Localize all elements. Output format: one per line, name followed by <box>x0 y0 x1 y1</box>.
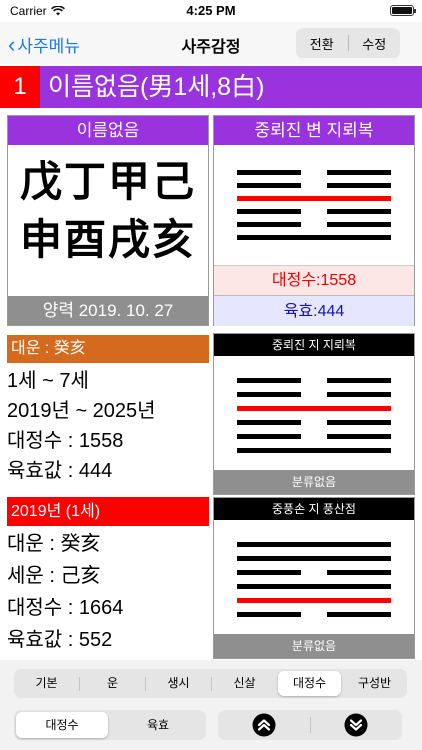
tab-divider <box>79 676 80 691</box>
hexagram-line-1-right <box>327 378 391 383</box>
daewoon-year-range: 2019년 ~ 2025년 <box>7 400 156 422</box>
year-sewoon: 세운 : 己亥 <box>7 565 101 587</box>
hexagram-line-2-right <box>327 392 391 397</box>
hexagram-line-4-right <box>327 209 391 214</box>
daewoon-info: 1세 ~ 7세 2019년 ~ 2025년 대정수 : 1558 육효값 : 4… <box>7 366 212 486</box>
tab-gusungban[interactable]: 구성반 <box>343 671 406 696</box>
back-button[interactable]: ‹ 사주메뉴 <box>8 32 80 57</box>
hexagram-line-1 <box>237 542 391 547</box>
hexagram-line-1-left <box>237 170 301 175</box>
tab-divider <box>145 676 146 691</box>
saju-box-title: 이름없음 <box>8 116 208 145</box>
year-info: 대운 : 癸亥 세운 : 己亥 대정수 : 1664 육효값 : 552 <box>7 528 212 656</box>
previous-button[interactable] <box>218 713 310 737</box>
hexagram-line-4-right <box>327 420 391 425</box>
back-button-label: 사주메뉴 <box>17 37 80 56</box>
hexagram-line-5-left <box>237 222 301 227</box>
hexagram-2-diagram <box>237 378 391 453</box>
nav-segmented-control: 전환 수정 <box>296 28 400 58</box>
hexagram-line-5 <box>237 598 391 603</box>
hexagram-2-category: 분류없음 <box>214 470 414 494</box>
daewoon-daejeong-value: 대정수 : 1558 <box>7 430 124 452</box>
person-name: 이름없음(男1세,8白) <box>48 73 265 101</box>
hexagram-line-2 <box>237 556 391 561</box>
tab-daejeongsu[interactable]: 대정수 <box>278 671 341 696</box>
year-yukhyo-value: 육효값 : 552 <box>7 629 113 651</box>
switch-button[interactable]: 전환 <box>296 34 348 53</box>
year-daejeong-value: 대정수 : 1664 <box>7 597 124 619</box>
hexagram-box-3: 중풍손 지 풍산점 분류없음 <box>213 497 415 659</box>
battery-icon <box>390 5 416 16</box>
earthly-branches: 申酉戌亥 <box>19 215 196 264</box>
mode-yukhyo[interactable]: 육효 <box>112 712 204 738</box>
hexagram-line-3-left <box>237 570 301 575</box>
clock: 4:25 PM <box>186 3 236 18</box>
hexagram-line-4 <box>237 584 391 589</box>
hexagram-line-4-left <box>237 420 301 425</box>
hexagram-line-2-left <box>237 392 301 397</box>
saju-pillars-box: 이름없음 戊丁甲己 申酉戌亥 양력 2019. 10. 27 <box>7 115 209 326</box>
daewoon-yukhyo-value: 육효값 : 444 <box>7 460 113 482</box>
tab-basic[interactable]: 기본 <box>15 671 78 696</box>
hexagram-line-2-left <box>237 183 301 188</box>
main-hexagram-box: 중뢰진 변 지뢰복 대정수:1558 육효:444 <box>213 115 415 326</box>
double-chevron-up-icon <box>252 713 276 737</box>
mode-daejeongsu[interactable]: 대정수 <box>16 712 108 738</box>
main-hexagram-diagram <box>237 170 391 240</box>
year-heading: 2019년 (1세) <box>7 497 209 526</box>
mode-segmented-control: 대정수 육효 <box>14 710 206 740</box>
hexagram-line-6 <box>237 235 391 240</box>
saju-characters: 戊丁甲己 申酉戌亥 <box>8 145 208 269</box>
hexagram-line-5-right <box>327 222 391 227</box>
hexagram-3-diagram <box>237 542 391 617</box>
tab-sinsal[interactable]: 신살 <box>213 671 276 696</box>
hexagram-line-1-left <box>237 378 301 383</box>
hexagram-line-3 <box>237 196 391 201</box>
hexagram-line-1-right <box>327 170 391 175</box>
section-tab-bar: 기본 운 생시 신살 대정수 구성반 <box>14 669 407 698</box>
heavenly-stems: 戊丁甲己 <box>19 157 196 206</box>
person-header: 1 이름없음(男1세,8白) <box>0 66 422 108</box>
next-button[interactable] <box>311 713 403 737</box>
status-bar: Carrier 4:25 PM <box>0 0 422 22</box>
hexagram-line-4-left <box>237 209 301 214</box>
person-number-badge: 1 <box>0 66 40 108</box>
hexagram-line-5-right <box>327 434 391 439</box>
daewoon-age-range: 1세 ~ 7세 <box>7 370 89 392</box>
hexagram-line-3-right <box>327 570 391 575</box>
hexagram-line-2-right <box>327 183 391 188</box>
hexagram-3-category: 분류없음 <box>214 634 414 658</box>
birth-date: 양력 2019. 10. 27 <box>8 296 208 325</box>
navigation-arrows <box>218 710 402 740</box>
tab-divider <box>211 676 212 691</box>
year-daewoon: 대운 : 癸亥 <box>7 533 101 555</box>
tab-fortune[interactable]: 운 <box>81 671 144 696</box>
bottom-toolbar: 기본 운 생시 신살 대정수 구성반 대정수 육효 <box>0 660 422 750</box>
hexagram-line-3 <box>237 406 391 411</box>
navigation-bar: ‹ 사주메뉴 사주감정 전환 수정 <box>0 22 422 64</box>
hexagram-line-6-right <box>327 612 391 617</box>
main-yukhyo-value: 육효:444 <box>214 295 414 326</box>
tab-birth-hour[interactable]: 생시 <box>147 671 210 696</box>
edit-button[interactable]: 수정 <box>349 34 401 53</box>
chevron-left-icon: ‹ <box>8 31 16 57</box>
main-daejeong-value: 대정수:1558 <box>214 265 414 295</box>
hexagram-line-6-left <box>237 612 301 617</box>
daewoon-heading: 대운 : 癸亥 <box>7 335 209 363</box>
double-chevron-down-icon <box>344 713 368 737</box>
hexagram-line-6 <box>237 448 391 453</box>
hexagram-line-5-left <box>237 434 301 439</box>
hexagram-box-2: 중뢰진 지 지뢰복 분류없음 <box>213 333 415 495</box>
